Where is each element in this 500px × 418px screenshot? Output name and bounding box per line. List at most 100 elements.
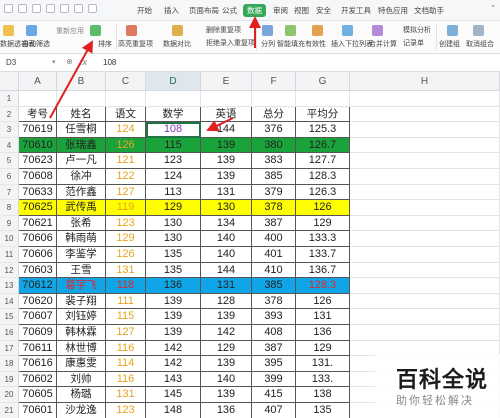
table-cell[interactable]: 115: [106, 309, 146, 325]
table-header-cell[interactable]: 考号: [19, 106, 57, 123]
table-cell[interactable]: [350, 200, 500, 216]
table-cell[interactable]: 张希: [57, 215, 106, 232]
table-cell[interactable]: 124: [106, 122, 146, 138]
row-header[interactable]: 10: [0, 231, 19, 247]
undo-icon[interactable]: [60, 4, 69, 13]
table-cell[interactable]: 128.3: [296, 278, 350, 294]
table-cell[interactable]: [350, 325, 500, 341]
tab-formulas[interactable]: 公式: [222, 5, 237, 16]
table-cell[interactable]: 135: [296, 403, 350, 418]
data-compare-button[interactable]: 数据对比: [163, 39, 191, 49]
tab-developer[interactable]: 开发工具: [341, 5, 371, 16]
table-cell[interactable]: 136: [296, 325, 350, 341]
table-cell[interactable]: 沙龙逸: [57, 403, 106, 418]
row-header[interactable]: 15: [0, 309, 19, 325]
table-cell[interactable]: 70602: [19, 371, 57, 388]
table-cell[interactable]: 徐冲: [57, 169, 106, 185]
table-cell[interactable]: 武传禹: [57, 200, 106, 216]
table-cell[interactable]: [350, 231, 500, 247]
table-cell[interactable]: 138: [296, 387, 350, 403]
table-cell[interactable]: 380: [252, 137, 296, 154]
table-cell[interactable]: 127: [106, 325, 146, 341]
table-cell[interactable]: 刘帅: [57, 371, 106, 388]
table-cell[interactable]: 378: [252, 200, 296, 216]
table-cell[interactable]: 400: [252, 231, 296, 247]
row-header[interactable]: 14: [0, 293, 19, 310]
table-cell[interactable]: 116: [106, 371, 146, 388]
table-cell[interactable]: 133.3: [296, 231, 350, 247]
table-cell[interactable]: 133.7: [296, 247, 350, 263]
table-cell[interactable]: 145: [146, 387, 201, 403]
row-header[interactable]: 19: [0, 371, 19, 388]
table-cell[interactable]: 70612: [19, 278, 57, 294]
table-cell[interactable]: 125.3: [296, 122, 350, 138]
row-header[interactable]: 20: [0, 387, 19, 403]
insert-dropdown-button[interactable]: 插入下拉列表: [331, 39, 373, 49]
table-cell[interactable]: 148: [146, 403, 201, 418]
tab-security[interactable]: 安全: [316, 5, 331, 16]
table-cell[interactable]: 139: [201, 387, 252, 403]
table-cell[interactable]: 刘钰婷: [57, 309, 106, 325]
chevron-down-icon[interactable]: ▾: [52, 58, 56, 66]
table-cell[interactable]: 142: [201, 325, 252, 341]
table-cell[interactable]: 70607: [19, 309, 57, 325]
tab-home[interactable]: 开始: [137, 5, 152, 16]
tab-page-layout[interactable]: 页面布局: [189, 5, 219, 16]
formula-input[interactable]: 108: [103, 58, 116, 67]
table-cell[interactable]: 385: [252, 278, 296, 294]
table-cell[interactable]: 126: [296, 293, 350, 310]
tab-special-apps[interactable]: 特色应用: [378, 5, 408, 16]
table-cell[interactable]: 139: [201, 309, 252, 325]
table-cell[interactable]: [146, 91, 201, 107]
row-header[interactable]: 2: [0, 106, 19, 123]
table-cell[interactable]: 130: [146, 231, 201, 247]
column-header-a[interactable]: A: [19, 72, 57, 91]
table-cell[interactable]: 136: [201, 403, 252, 418]
table-cell[interactable]: 70601: [19, 403, 57, 418]
row-header[interactable]: 18: [0, 356, 19, 372]
table-cell[interactable]: [350, 184, 500, 201]
table-cell[interactable]: 408: [252, 325, 296, 341]
fx-icon[interactable]: fx: [80, 57, 87, 67]
table-cell[interactable]: 70610: [19, 137, 57, 154]
table-cell[interactable]: 130: [201, 200, 252, 216]
table-cell[interactable]: 129: [106, 231, 146, 247]
table-cell[interactable]: 康惠雯: [57, 356, 106, 372]
table-cell[interactable]: 415: [252, 387, 296, 403]
column-header-f[interactable]: F: [252, 72, 296, 91]
what-if-button[interactable]: 模拟分析: [403, 25, 431, 35]
table-cell[interactable]: 121: [106, 153, 146, 169]
table-cell[interactable]: [350, 247, 500, 263]
table-cell[interactable]: 128.3: [296, 169, 350, 185]
table-cell[interactable]: 127.7: [296, 153, 350, 169]
table-cell[interactable]: 裴子翔: [57, 293, 106, 310]
table-cell[interactable]: 139: [146, 309, 201, 325]
table-cell[interactable]: 129: [296, 340, 350, 357]
table-cell[interactable]: 139: [146, 325, 201, 341]
table-cell[interactable]: [296, 91, 350, 107]
table-cell[interactable]: 139: [201, 356, 252, 372]
table-cell[interactable]: 70606: [19, 231, 57, 247]
table-cell[interactable]: 126: [106, 137, 146, 154]
print-icon[interactable]: [32, 4, 41, 13]
preview-icon[interactable]: [46, 4, 55, 13]
zoom-icon[interactable]: ⊕: [66, 57, 73, 66]
table-cell[interactable]: 韩雨萌: [57, 231, 106, 247]
table-cell[interactable]: 129: [146, 200, 201, 216]
table-cell[interactable]: 136: [146, 278, 201, 294]
table-cell[interactable]: 393: [252, 309, 296, 325]
table-cell[interactable]: 144: [201, 262, 252, 279]
table-cell[interactable]: 126.3: [296, 184, 350, 201]
table-cell[interactable]: 142: [146, 340, 201, 357]
row-header[interactable]: 1: [0, 91, 19, 107]
row-header[interactable]: 7: [0, 184, 19, 201]
table-cell[interactable]: 70616: [19, 356, 57, 372]
table-cell[interactable]: 131: [201, 278, 252, 294]
table-cell[interactable]: 70608: [19, 169, 57, 185]
table-cell[interactable]: 70619: [19, 122, 57, 138]
table-cell[interactable]: 139: [201, 169, 252, 185]
table-header-cell[interactable]: 总分: [252, 106, 296, 123]
table-cell[interactable]: 387: [252, 215, 296, 232]
table-cell[interactable]: 124: [146, 169, 201, 185]
column-header-g[interactable]: G: [296, 72, 350, 91]
